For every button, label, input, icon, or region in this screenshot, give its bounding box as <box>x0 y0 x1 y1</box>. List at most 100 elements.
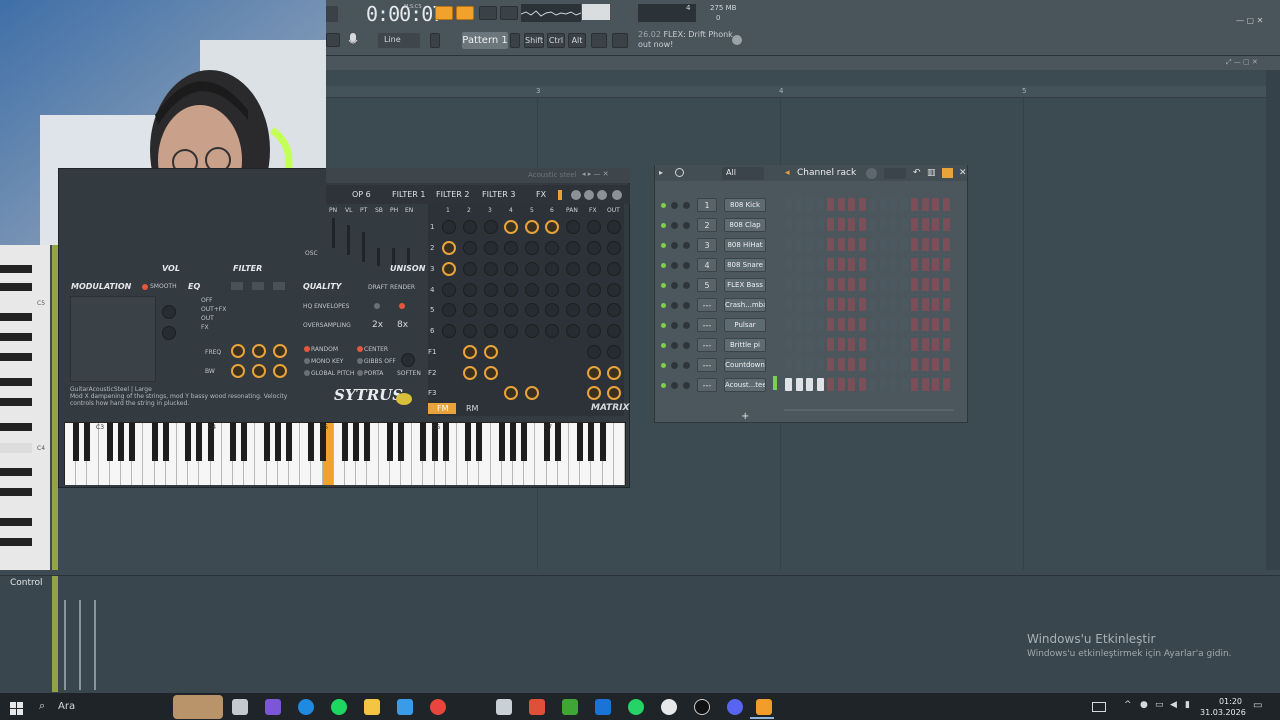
black-key[interactable] <box>498 423 505 461</box>
step-button[interactable] <box>816 338 824 351</box>
microphone-tray-icon[interactable]: ● <box>1140 700 1148 710</box>
step-button[interactable] <box>837 258 845 271</box>
step-button[interactable] <box>795 258 803 271</box>
record-mode-button[interactable] <box>479 6 497 20</box>
matrix-knob-active[interactable] <box>504 220 518 234</box>
channel-led[interactable] <box>661 363 666 368</box>
step-button[interactable] <box>911 218 918 231</box>
oversampling-8x[interactable]: 8x <box>397 320 408 330</box>
fm-button[interactable]: FM <box>428 403 456 414</box>
black-key[interactable] <box>554 423 561 461</box>
step-button[interactable] <box>890 278 897 291</box>
step-button[interactable] <box>827 338 834 351</box>
step-button[interactable] <box>911 198 918 211</box>
step-button[interactable] <box>900 278 908 291</box>
step-button[interactable] <box>858 238 866 251</box>
step-button[interactable] <box>806 358 813 371</box>
step-button[interactable] <box>921 238 929 251</box>
matrix-knob[interactable] <box>545 262 559 276</box>
fl-studio-icon[interactable] <box>756 699 772 715</box>
step-button[interactable] <box>900 298 908 311</box>
step-button[interactable] <box>827 238 834 251</box>
channel-mixer-number[interactable]: --- <box>697 298 717 312</box>
step-button[interactable] <box>911 338 918 351</box>
step-button[interactable] <box>911 258 918 271</box>
matrix-knob[interactable] <box>566 241 580 255</box>
step-button[interactable] <box>806 278 813 291</box>
channel-led[interactable] <box>661 243 666 248</box>
app-icon[interactable] <box>496 699 512 715</box>
step-button[interactable] <box>890 338 897 351</box>
discord-icon[interactable] <box>727 699 743 715</box>
black-key[interactable] <box>577 423 584 461</box>
matrix-knob[interactable] <box>442 220 456 234</box>
options-icon[interactable] <box>675 168 684 177</box>
matrix-knob[interactable] <box>463 241 477 255</box>
step-button[interactable] <box>795 358 803 371</box>
step-button[interactable] <box>827 198 834 211</box>
step-button[interactable] <box>785 278 792 291</box>
black-key[interactable] <box>118 423 124 461</box>
matrix-knob[interactable] <box>607 283 621 297</box>
hq-draft-led[interactable] <box>374 303 380 309</box>
porta-led[interactable] <box>357 370 363 376</box>
steps-display[interactable] <box>884 168 906 179</box>
step-button[interactable] <box>848 218 855 231</box>
pattern-mode-button[interactable] <box>435 6 453 20</box>
black-key[interactable] <box>308 423 315 461</box>
soften-knob[interactable] <box>401 353 415 367</box>
step-button[interactable] <box>785 358 792 371</box>
black-key[interactable] <box>230 423 236 461</box>
step-button[interactable] <box>900 198 908 211</box>
channel-mixer-number[interactable]: 4 <box>697 258 717 272</box>
channel-volume-knob[interactable] <box>683 302 690 309</box>
step-button[interactable] <box>785 218 792 231</box>
step-button[interactable] <box>806 198 813 211</box>
matrix-knob-active[interactable] <box>484 366 498 380</box>
channel-pan-knob[interactable] <box>671 282 678 289</box>
spotify-icon[interactable] <box>331 699 347 715</box>
channel-pan-knob[interactable] <box>671 322 678 329</box>
menu-icon[interactable] <box>597 190 607 200</box>
minus-icon[interactable] <box>571 190 581 200</box>
channel-led[interactable] <box>661 223 666 228</box>
rm-button[interactable]: RM <box>466 404 478 413</box>
channel-volume-knob[interactable] <box>683 342 690 349</box>
news-icon[interactable] <box>732 35 742 45</box>
keyboard-icon[interactable] <box>1092 702 1106 712</box>
step-button[interactable] <box>900 378 908 391</box>
play-icon[interactable]: ▸ <box>659 168 663 177</box>
tempo-button[interactable] <box>456 6 474 20</box>
step-button[interactable] <box>848 238 855 251</box>
eq-freq-knob[interactable] <box>252 344 266 358</box>
mod-x-knob[interactable] <box>162 305 176 319</box>
step-button[interactable] <box>932 198 939 211</box>
step-button[interactable] <box>869 318 876 331</box>
step-button[interactable] <box>921 298 929 311</box>
tab-fx[interactable]: FX <box>536 190 546 199</box>
tab-filter2[interactable]: FILTER 2 <box>436 190 469 199</box>
step-button[interactable] <box>816 198 824 211</box>
channel-mixer-number[interactable]: 2 <box>697 218 717 232</box>
step-button[interactable] <box>848 298 855 311</box>
black-key[interactable] <box>442 423 449 461</box>
center-led[interactable] <box>357 346 363 352</box>
step-button[interactable] <box>795 318 803 331</box>
step-button[interactable] <box>795 218 803 231</box>
mod-y-knob[interactable] <box>162 326 176 340</box>
channel-volume-knob[interactable] <box>683 362 690 369</box>
matrix-knob[interactable] <box>607 345 621 359</box>
step-button[interactable] <box>806 298 813 311</box>
channel-led[interactable] <box>661 343 666 348</box>
channel-button[interactable]: 808 Clap <box>724 218 766 232</box>
options-icon[interactable] <box>612 190 622 200</box>
black-key[interactable] <box>263 423 270 461</box>
step-button[interactable] <box>827 358 834 371</box>
step-button[interactable] <box>879 258 887 271</box>
matrix-knob[interactable] <box>587 262 601 276</box>
speaker-icon[interactable]: ◂ <box>785 168 790 178</box>
black-key[interactable] <box>476 423 483 461</box>
channel-led[interactable] <box>661 303 666 308</box>
step-button[interactable] <box>827 378 834 391</box>
step-button[interactable] <box>806 218 813 231</box>
